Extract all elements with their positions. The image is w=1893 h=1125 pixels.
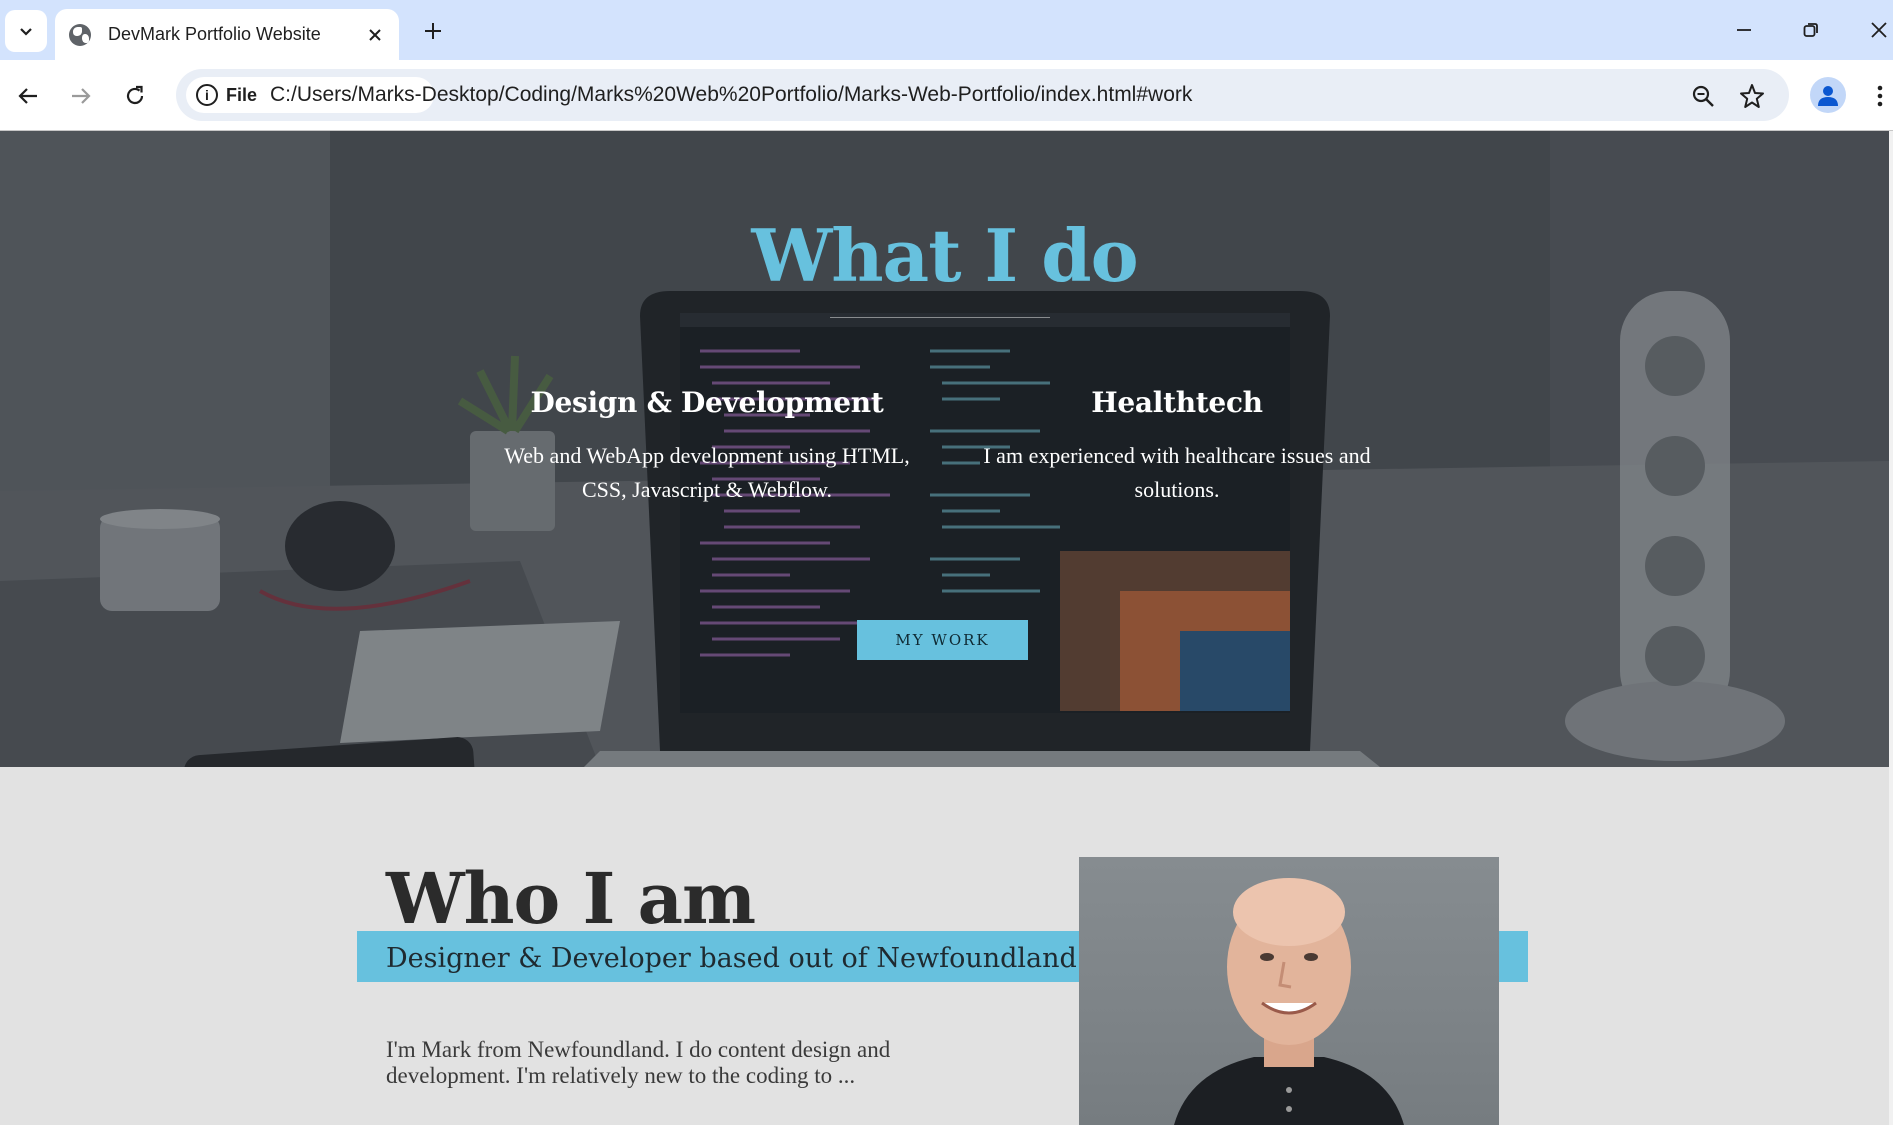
back-arrow-icon [18, 88, 37, 104]
plus-icon [425, 23, 441, 39]
forward-arrow-icon [72, 88, 91, 104]
who-i-am-heading: Who I am [386, 857, 756, 940]
restore-icon [1803, 23, 1818, 37]
minimize-button[interactable] [1724, 12, 1764, 48]
profile-icon [1818, 86, 1838, 106]
about-paragraph: I'm Mark from Newfoundland. I do content… [386, 1037, 891, 1088]
service-healthtech: Healthtech I am experienced with healthc… [967, 386, 1387, 507]
info-icon: i [196, 84, 218, 106]
profile-button[interactable] [1810, 77, 1846, 113]
globe-icon [69, 23, 91, 46]
reload-button[interactable] [117, 78, 153, 114]
star-icon [1740, 84, 1764, 108]
window-close-icon [1871, 22, 1887, 38]
more-vert-icon [1877, 85, 1883, 107]
close-tab-button[interactable] [363, 23, 387, 47]
profile-photo [1079, 857, 1499, 1125]
window-close-button[interactable] [1859, 12, 1893, 48]
forward-button[interactable] [63, 78, 99, 114]
service-title: Design & Development [530, 386, 884, 419]
what-i-do-heading: What I do [751, 213, 1138, 298]
tab-search-icon [20, 28, 32, 36]
reload-icon [126, 85, 144, 105]
service-title: Healthtech [1091, 386, 1263, 419]
browser-toolbar: i File C:/Users/Marks-Desktop/Coding/Mar… [0, 60, 1893, 130]
site-info-label: File [226, 84, 258, 105]
restore-button[interactable] [1791, 12, 1831, 48]
portrait-image [1174, 878, 1404, 1125]
service-description: I am experienced with healthcare issues … [983, 443, 1371, 502]
service-description: Web and WebApp development using HTML, C… [504, 443, 910, 502]
url-text[interactable]: C:/Users/Marks-Desktop/Coding/Marks%20We… [270, 83, 1192, 107]
who-i-am-subtitle: Designer & Developer based out of Newfou… [386, 943, 1077, 974]
minimize-icon [1737, 29, 1751, 31]
page-viewport: What I do Design & Development Web and W… [0, 131, 1893, 1125]
tab-search-button[interactable] [5, 10, 47, 52]
who-i-am-section: Who I am Designer & Developer based out … [0, 767, 1889, 1125]
page-scrollbar[interactable] [1889, 131, 1893, 1125]
active-tab[interactable]: DevMark Portfolio Website [55, 9, 399, 60]
close-icon [369, 28, 381, 41]
my-work-button[interactable]: MY WORK [857, 620, 1028, 660]
what-i-do-section: What I do Design & Development Web and W… [0, 131, 1889, 767]
tab-title: DevMark Portfolio Website [108, 24, 321, 44]
address-bar[interactable]: i File C:/Users/Marks-Desktop/Coding/Mar… [176, 69, 1789, 121]
tab-strip: DevMark Portfolio Website [0, 0, 1893, 60]
browser-menu-button[interactable] [1868, 78, 1892, 114]
new-tab-button[interactable] [418, 16, 448, 46]
zoom-button[interactable] [1688, 81, 1718, 111]
back-button[interactable] [10, 78, 46, 114]
heading-underline [830, 317, 1050, 318]
bookmark-button[interactable] [1737, 81, 1767, 111]
zoom-icon [1692, 85, 1714, 107]
service-design-development: Design & Development Web and WebApp deve… [497, 386, 917, 507]
